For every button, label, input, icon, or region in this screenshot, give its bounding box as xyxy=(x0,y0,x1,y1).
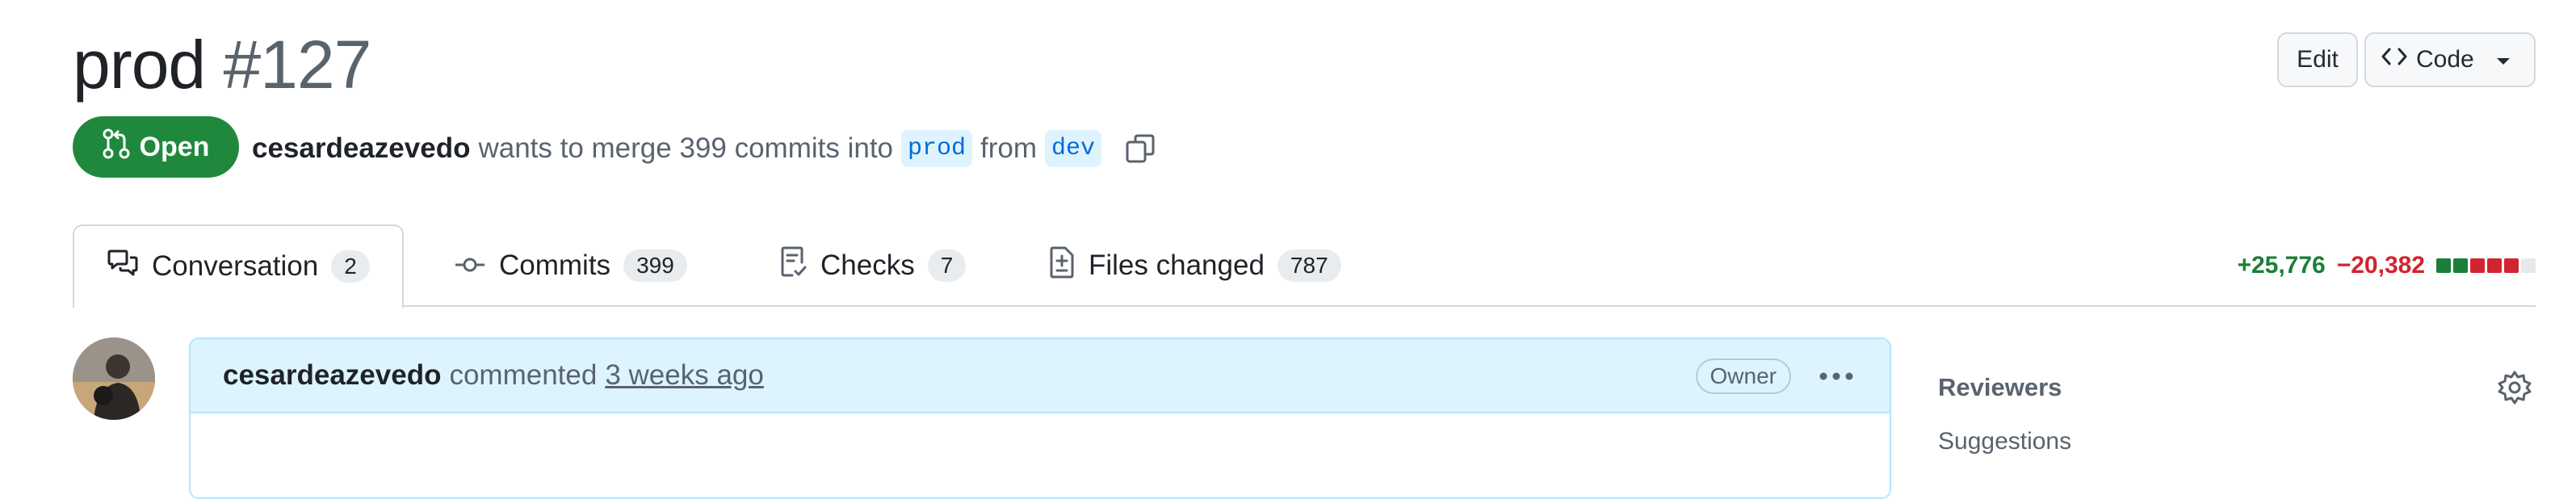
file-diff-icon xyxy=(1048,246,1076,286)
tab-checks-count: 7 xyxy=(927,250,967,282)
copy-icon[interactable] xyxy=(1124,132,1156,165)
diffstat-block xyxy=(2487,258,2502,273)
diffstat-block xyxy=(2436,258,2451,273)
tab-commits-label: Commits xyxy=(499,250,611,281)
code-icon xyxy=(2381,44,2408,75)
comment-box: cesardeazevedo commented 3 weeks ago Own… xyxy=(189,338,1891,499)
edit-button[interactable]: Edit xyxy=(2277,32,2358,87)
kebab-horizontal-icon[interactable] xyxy=(1819,363,1854,396)
diffstat-block xyxy=(2521,258,2536,273)
git-pull-request-icon xyxy=(103,128,130,166)
tab-conversation-count: 2 xyxy=(331,250,370,283)
git-commit-icon xyxy=(454,250,486,282)
base-branch-link[interactable]: prod xyxy=(901,130,973,167)
comment-header: cesardeazevedo commented 3 weeks ago Own… xyxy=(191,339,1890,413)
tab-files-changed-label: Files changed xyxy=(1089,250,1265,281)
owner-badge: Owner xyxy=(1695,359,1791,394)
head-branch-link[interactable]: dev xyxy=(1045,130,1102,167)
tab-files-changed-count: 787 xyxy=(1277,250,1341,282)
diffstat: +25,776 −20,382 xyxy=(2237,252,2536,279)
avatar[interactable] xyxy=(73,338,155,420)
edit-button-label: Edit xyxy=(2297,46,2339,73)
merge-description: wants to merge 399 commits into xyxy=(478,132,894,164)
from-text: from xyxy=(980,132,1038,164)
comment-author-link[interactable]: cesardeazevedo xyxy=(223,359,441,392)
pr-tabs: Conversation 2 Commits 399 Checks 7 File… xyxy=(73,224,2536,308)
tab-commits-count: 399 xyxy=(623,250,687,282)
diffstat-block xyxy=(2504,258,2519,273)
pr-number: #127 xyxy=(223,27,371,103)
gear-icon[interactable] xyxy=(2497,370,2532,409)
code-button-label: Code xyxy=(2416,46,2474,73)
comment-timestamp-link[interactable]: 3 weeks ago xyxy=(605,359,764,392)
tab-commits[interactable]: Commits 399 xyxy=(454,224,687,307)
comment-action: commented xyxy=(449,359,598,391)
pr-meta-line: cesardeazevedo wants to merge 399 commit… xyxy=(252,124,1156,173)
page-title: prod #127 xyxy=(73,24,371,105)
diffstat-block xyxy=(2453,258,2468,273)
diffstat-block xyxy=(2470,258,2485,273)
tab-conversation[interactable]: Conversation 2 xyxy=(73,224,404,308)
tab-checks[interactable]: Checks 7 xyxy=(778,224,967,307)
caret-down-icon xyxy=(2495,46,2511,73)
pr-state-label: Open xyxy=(139,131,210,162)
reviewers-heading: Reviewers xyxy=(1938,373,2062,401)
diffstat-deletions: −20,382 xyxy=(2336,252,2425,279)
tab-checks-label: Checks xyxy=(820,250,915,281)
comment-discussion-icon xyxy=(107,249,139,285)
diffstat-additions: +25,776 xyxy=(2237,252,2326,279)
reviewers-suggestions: Suggestions xyxy=(1938,428,2072,455)
diffstat-blocks xyxy=(2436,258,2536,273)
pr-state-badge: Open xyxy=(73,116,239,178)
tab-conversation-label: Conversation xyxy=(152,250,319,282)
pr-title: prod xyxy=(73,27,206,103)
tab-files-changed[interactable]: Files changed 787 xyxy=(1048,224,1341,307)
pr-author-link[interactable]: cesardeazevedo xyxy=(252,132,470,165)
checklist-icon xyxy=(778,246,808,286)
code-button[interactable]: Code xyxy=(2364,32,2536,87)
